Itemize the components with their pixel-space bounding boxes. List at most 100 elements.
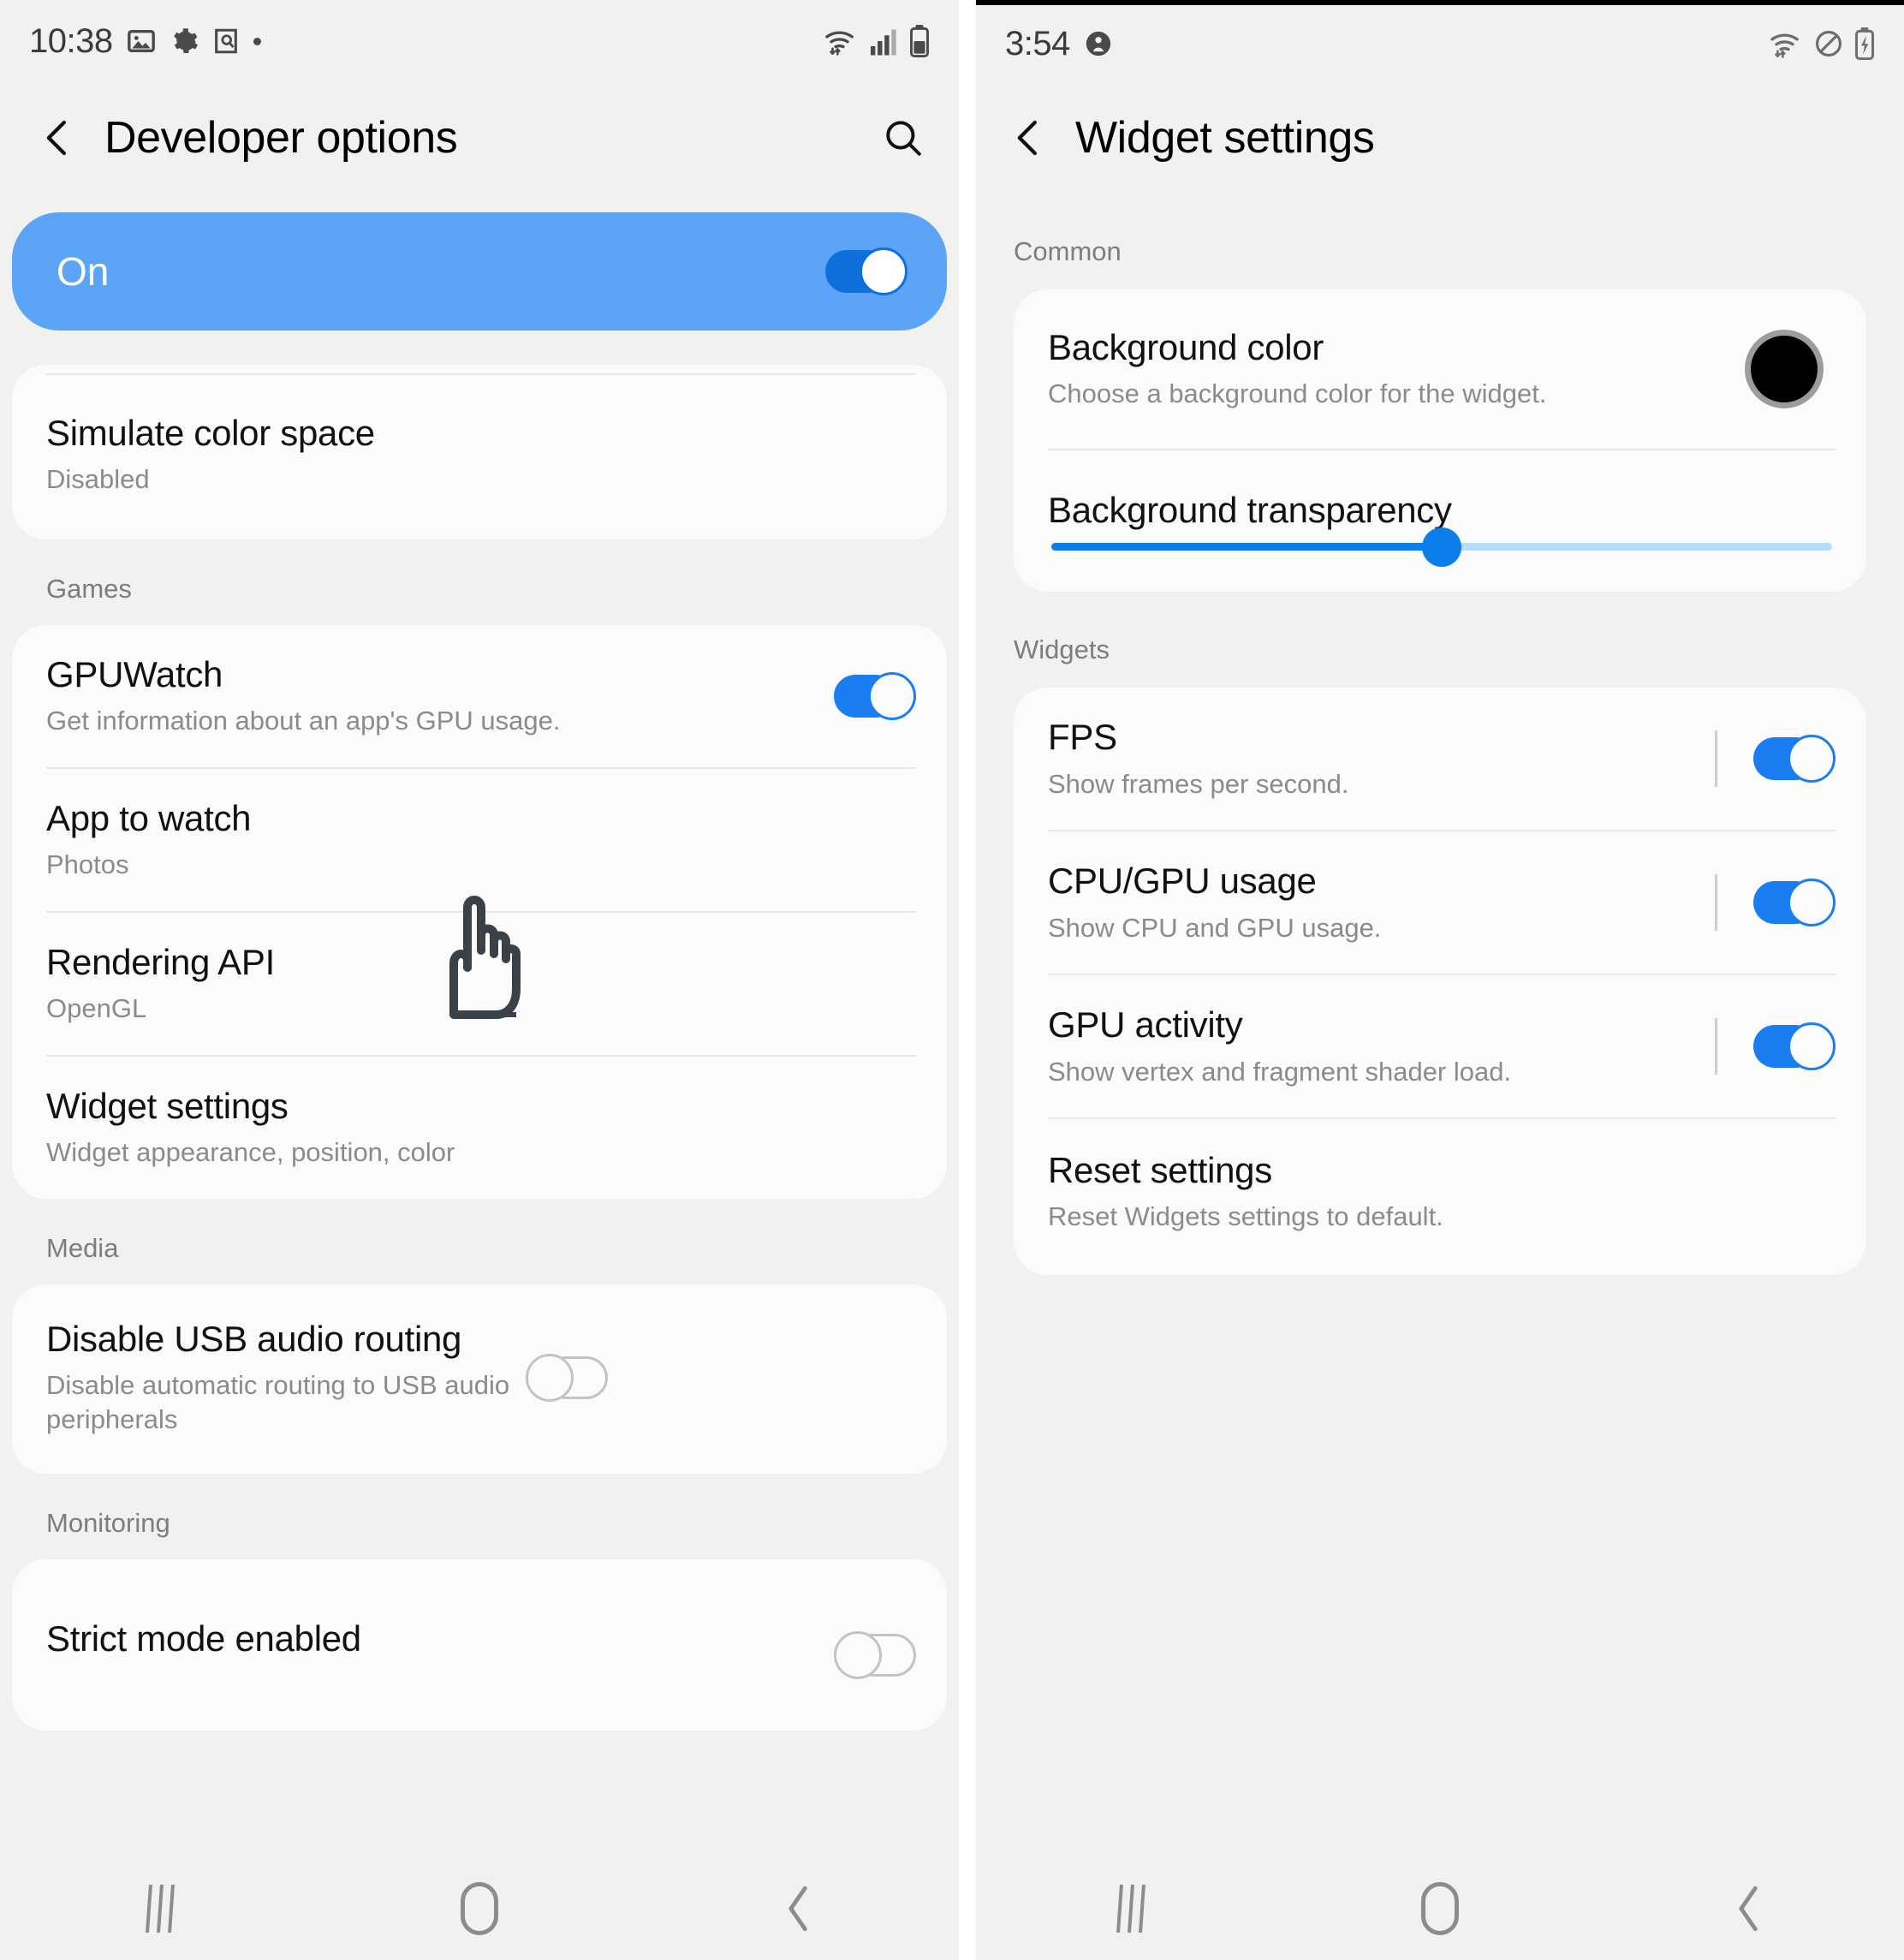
home-icon [460, 1882, 498, 1935]
nav-recents-button[interactable] [1080, 1879, 1182, 1939]
row-widget-settings[interactable]: Widget settings Widget appearance, posit… [12, 1057, 947, 1199]
developer-options-toggle[interactable] [825, 247, 907, 295]
nav-recents-button[interactable] [109, 1879, 211, 1939]
row-gpu-activity[interactable]: GPU activity Show vertex and fragment sh… [1014, 975, 1866, 1117]
wifi-icon [824, 25, 858, 57]
row-text: FPS Show frames per second. [1048, 717, 1715, 801]
status-bar-left-group: 10:38 [29, 22, 261, 61]
back-chevron-icon[interactable] [34, 115, 80, 161]
row-text: Disable USB audio routing Disable automa… [46, 1319, 526, 1437]
simulate-color-space-card: Simulate color space Disabled [12, 365, 947, 539]
row-disable-usb-audio-routing[interactable]: Disable USB audio routing Disable automa… [12, 1284, 947, 1474]
nav-back-button[interactable] [747, 1879, 850, 1939]
battery-icon [909, 25, 930, 57]
person-icon [1084, 29, 1113, 58]
games-card: GPUWatch Get information about an app's … [12, 624, 947, 1199]
gear-icon [170, 27, 199, 56]
section-header-media: Media [46, 1232, 119, 1263]
screen-top-bezel [976, 0, 1904, 5]
row-background-color[interactable]: Background color Choose a background col… [1014, 289, 1866, 449]
row-text: Reset settings Reset Widgets settings to… [1048, 1150, 1836, 1234]
status-bar-left-group: 3:54 [1005, 25, 1113, 63]
nav-bar-right [976, 1857, 1904, 1960]
row-fps[interactable]: FPS Show frames per second. [1014, 688, 1866, 830]
row-title: Widget settings [46, 1085, 289, 1126]
toggle-thumb [1788, 1022, 1836, 1071]
row-subtitle: Get information about an app's GPU usage… [46, 706, 561, 736]
toggle-thumb [526, 1353, 574, 1402]
screenshot-icon [212, 27, 240, 56]
banner-label: On [57, 249, 110, 294]
section-header-games: Games [46, 573, 132, 604]
nav-bar-left [0, 1857, 959, 1960]
title-bar-right: Widget settings [976, 82, 1904, 194]
row-title: App to watch [46, 797, 252, 838]
monitoring-card: Strict mode enabled [12, 1559, 947, 1731]
status-bar-right-group [824, 25, 930, 57]
signal-icon [869, 26, 898, 57]
dot-icon [253, 37, 261, 45]
row-subtitle: Show vertex and fragment shader load. [1048, 1056, 1512, 1087]
media-card: Disable USB audio routing Disable automa… [12, 1284, 947, 1474]
disable-usb-audio-routing-toggle[interactable] [526, 1353, 608, 1402]
nav-home-button[interactable] [1389, 1879, 1491, 1939]
row-text: Simulate color space Disabled [46, 413, 916, 497]
row-simulate-color-space[interactable]: Simulate color space Disabled [12, 375, 947, 539]
row-title: GPU activity [1048, 1004, 1243, 1046]
cpu-gpu-usage-toggle[interactable] [1753, 879, 1836, 927]
status-time: 3:54 [1005, 24, 1070, 63]
section-header-common: Common [1014, 236, 1122, 266]
back-chevron-icon[interactable] [1005, 115, 1051, 161]
slider-fill [1051, 543, 1442, 551]
row-text: Widget settings Widget appearance, posit… [46, 1086, 916, 1170]
row-gpuwatch[interactable]: GPUWatch Get information about an app's … [12, 625, 947, 767]
background-color-swatch[interactable] [1745, 329, 1824, 408]
gpuwatch-toggle[interactable] [834, 671, 916, 720]
background-transparency-slider[interactable] [1014, 527, 1866, 592]
row-subtitle: Disable automatic routing to USB audio p… [46, 1370, 510, 1434]
status-bar-right: 3:54 [976, 0, 1904, 82]
back-icon [1739, 1886, 1758, 1932]
row-reset-settings[interactable]: Reset settings Reset Widgets settings to… [1014, 1119, 1866, 1275]
row-title: Strict mode enabled [46, 1618, 361, 1659]
row-cpu-gpu-usage[interactable]: CPU/GPU usage Show CPU and GPU usage. [1014, 831, 1866, 974]
recents-icon [145, 1885, 175, 1933]
right-phone-screen: 3:54 Widget settings Common Background c… [976, 0, 1904, 1960]
row-title: Rendering API [46, 941, 275, 982]
gpu-activity-toggle[interactable] [1753, 1022, 1836, 1071]
toggle-separator [1715, 1018, 1717, 1075]
status-time: 10:38 [29, 21, 113, 60]
toggle-thumb [868, 671, 916, 720]
row-title: Simulate color space [46, 413, 375, 453]
row-title: GPUWatch [46, 653, 223, 694]
nav-home-button[interactable] [428, 1879, 531, 1939]
row-text: CPU/GPU usage Show CPU and GPU usage. [1048, 861, 1715, 944]
row-rendering-api[interactable]: Rendering API OpenGL [12, 913, 947, 1055]
battery-charging-icon [1854, 27, 1875, 60]
toggle-thumb [860, 247, 907, 295]
row-subtitle: Reset Widgets settings to default. [1048, 1201, 1443, 1232]
dual-screenshot: 10:38 Developer options On Simulate colo… [0, 0, 1904, 1960]
toggle-thumb [1788, 735, 1836, 783]
settings-scroll-left[interactable]: Simulate color space Disabled Games GPUW… [0, 365, 959, 1731]
developer-options-master-banner[interactable]: On [12, 212, 947, 331]
search-icon[interactable] [882, 116, 925, 159]
section-header-monitoring: Monitoring [46, 1508, 170, 1539]
nav-back-button[interactable] [1698, 1879, 1800, 1939]
row-background-transparency: Background transparency [1014, 450, 1866, 539]
toggle-thumb [1788, 879, 1836, 927]
page-title: Widget settings [1075, 113, 1375, 163]
row-title: CPU/GPU usage [1048, 861, 1317, 902]
strict-mode-toggle[interactable] [834, 1631, 916, 1680]
fps-toggle[interactable] [1753, 735, 1836, 783]
image-icon [127, 27, 156, 56]
row-strict-mode-enabled[interactable]: Strict mode enabled [12, 1559, 947, 1731]
settings-scroll-right[interactable]: Common Background color Choose a backgro… [976, 194, 1904, 1276]
status-bar-right-group [1769, 27, 1875, 60]
section-header-widgets: Widgets [1014, 634, 1110, 665]
row-app-to-watch[interactable]: App to watch Photos [12, 769, 947, 911]
status-bar-left: 10:38 [0, 0, 959, 82]
slider-thumb[interactable] [1422, 527, 1461, 567]
slider-track[interactable] [1051, 527, 1832, 567]
row-text: Background transparency [1048, 490, 1832, 531]
